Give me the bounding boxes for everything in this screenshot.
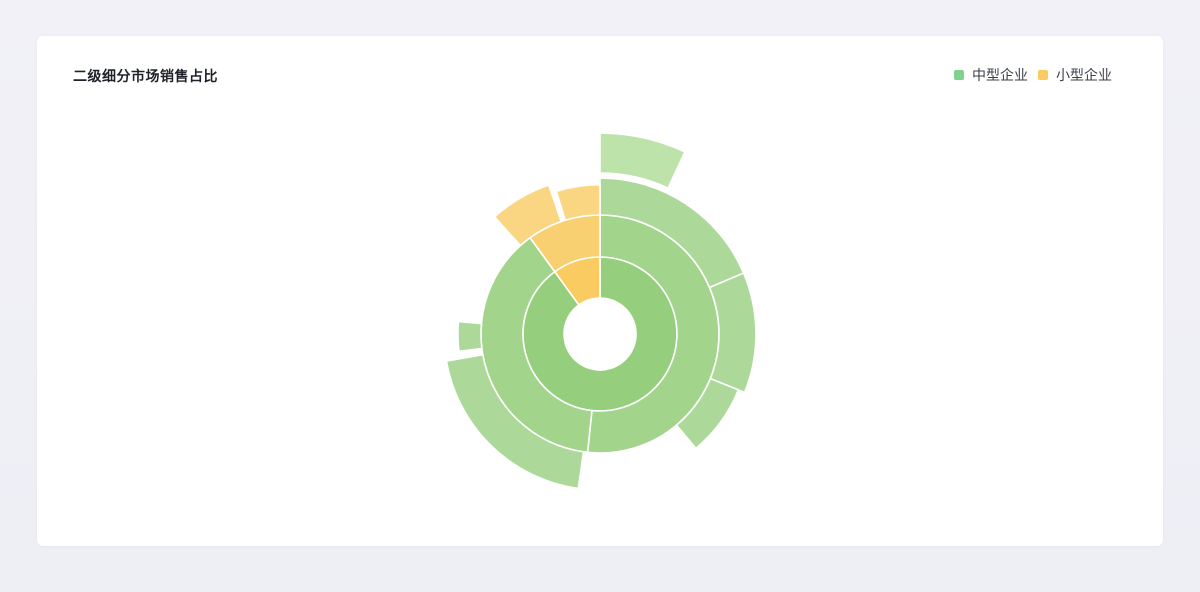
sunburst-segment-l3-4[interactable] xyxy=(457,320,483,353)
sunburst-center-hole xyxy=(565,299,635,369)
sunburst-segment-l3-6[interactable] xyxy=(555,183,601,221)
sunburst-chart xyxy=(445,132,757,490)
sunburst-segments xyxy=(445,132,757,490)
